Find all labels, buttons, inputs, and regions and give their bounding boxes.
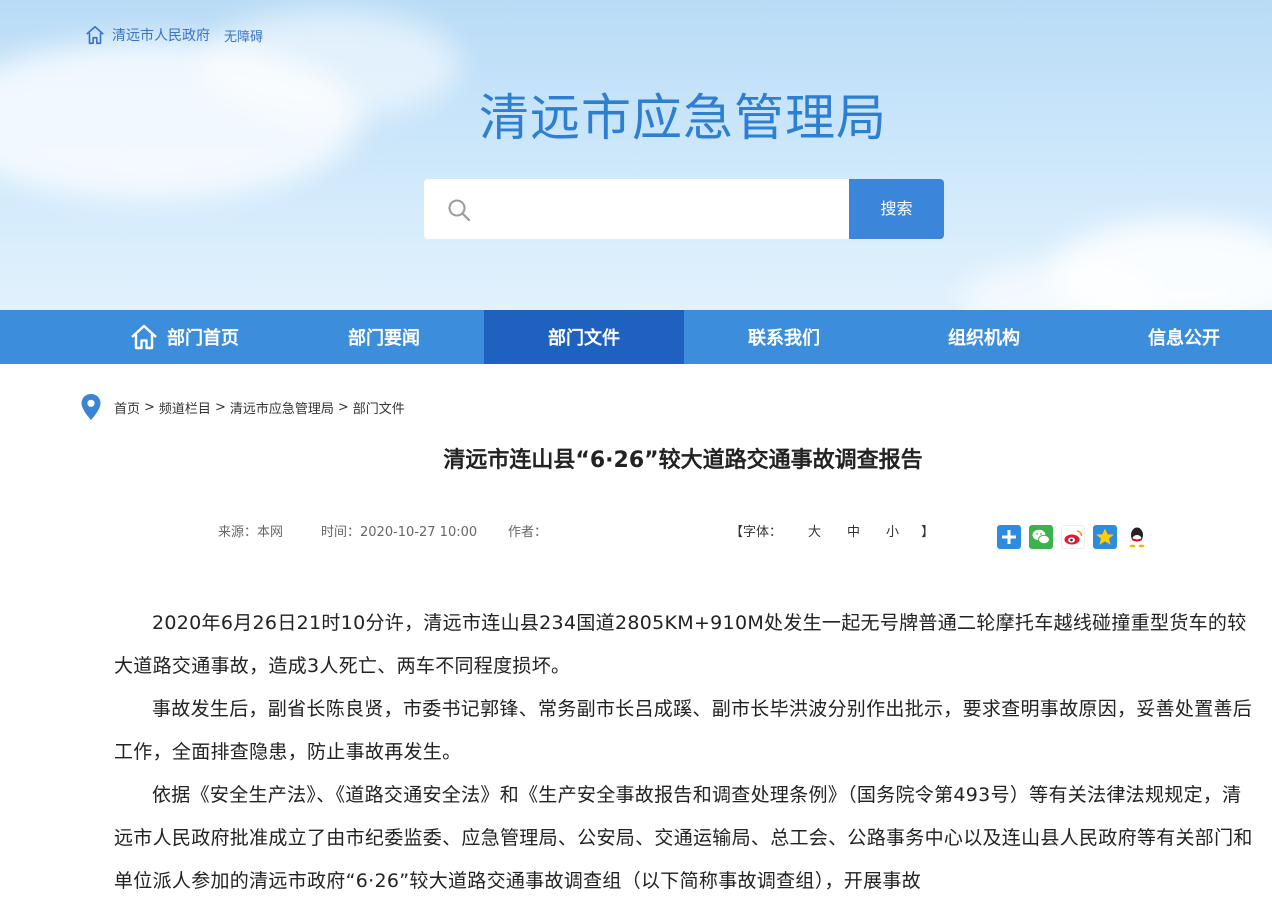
location-pin-icon (81, 394, 101, 420)
search-icon (448, 199, 471, 222)
home-icon (131, 324, 157, 350)
qzone-icon[interactable] (1093, 525, 1117, 549)
main-nav: 部门首页 部门要闻 部门文件 联系我们 组织机构 信息公开 (0, 310, 1272, 364)
home-icon (86, 25, 104, 45)
wechat-icon[interactable] (1029, 525, 1053, 549)
font-size-label-close: 】 (921, 525, 935, 540)
site-title: 清远市应急管理局 (479, 89, 887, 147)
nav-item-home[interactable]: 部门首页 (84, 310, 284, 364)
accessibility-link[interactable]: 无障碍 (224, 26, 263, 45)
breadcrumb-bureau[interactable]: 清远市应急管理局 (230, 398, 334, 417)
article-paragraph: 依据《安全生产法》、《道路交通安全法》和《生产安全事故报告和调查处理条例》（国务… (114, 784, 1253, 892)
breadcrumb-documents[interactable]: 部门文件 (353, 398, 405, 417)
breadcrumb-separator: > (144, 399, 155, 415)
breadcrumb-separator: > (337, 399, 349, 415)
nav-item-organization[interactable]: 组织机构 (884, 310, 1084, 364)
breadcrumb: 首页 > 频道栏目 > 清远市应急管理局 > 部门文件 (80, 393, 405, 421)
breadcrumb-home[interactable]: 首页 (114, 398, 140, 417)
article-time: 时间：2020-10-27 10:00 (321, 525, 478, 540)
font-large-button[interactable]: 大 (808, 521, 821, 540)
qq-icon[interactable] (1125, 525, 1149, 549)
city-government-link[interactable]: 清远市人民政府 (112, 25, 210, 45)
nav-item-label: 部门要闻 (348, 328, 420, 349)
search-box[interactable] (424, 179, 849, 239)
article-author: 作者： (508, 525, 548, 540)
top-links: 清远市人民政府 无障碍 (84, 24, 263, 46)
nav-item-label: 信息公开 (1148, 328, 1220, 349)
font-size-control: 【字体： 大 中 小 】 (730, 521, 934, 540)
font-medium-button[interactable]: 中 (847, 521, 860, 540)
nav-item-documents[interactable]: 部门文件 (484, 310, 684, 364)
nav-item-label: 部门首页 (167, 328, 239, 349)
share-plus-icon[interactable] (997, 525, 1021, 549)
font-small-button[interactable]: 小 (886, 521, 899, 540)
breadcrumb-separator: > (214, 399, 226, 415)
nav-item-news[interactable]: 部门要闻 (284, 310, 484, 364)
font-size-label: 【字体： (730, 525, 783, 540)
share-bar (997, 525, 1149, 549)
breadcrumb-channel[interactable]: 频道栏目 (159, 398, 211, 417)
nav-item-label: 联系我们 (748, 328, 820, 349)
weibo-icon[interactable] (1061, 525, 1085, 549)
nav-item-label: 组织机构 (948, 328, 1020, 349)
nav-item-info-disclosure[interactable]: 信息公开 (1084, 310, 1272, 364)
article-paragraph: 2020年6月26日21时10分许，清远市连山县234国道2805KM+910M… (114, 612, 1247, 677)
search-input[interactable] (484, 191, 834, 227)
nav-item-contact[interactable]: 联系我们 (684, 310, 884, 364)
article-title: 清远市连山县“6·26”较大道路交通事故调查报告 (443, 448, 923, 473)
article-source: 来源：本网 (218, 525, 284, 540)
article-paragraph: 事故发生后，副省长陈良贤，市委书记郭锋、常务副市长吕成蹊、副市长毕洪波分别作出批… (114, 698, 1253, 763)
article-content: 2020年6月26日21时10分许，清远市连山县234国道2805KM+910M… (114, 602, 1259, 903)
header-banner: 清远市人民政府 无障碍 清远市应急管理局 搜索 (0, 0, 1272, 310)
search-bar: 搜索 (424, 179, 944, 239)
search-button[interactable]: 搜索 (849, 179, 944, 239)
nav-item-label: 部门文件 (548, 328, 620, 349)
